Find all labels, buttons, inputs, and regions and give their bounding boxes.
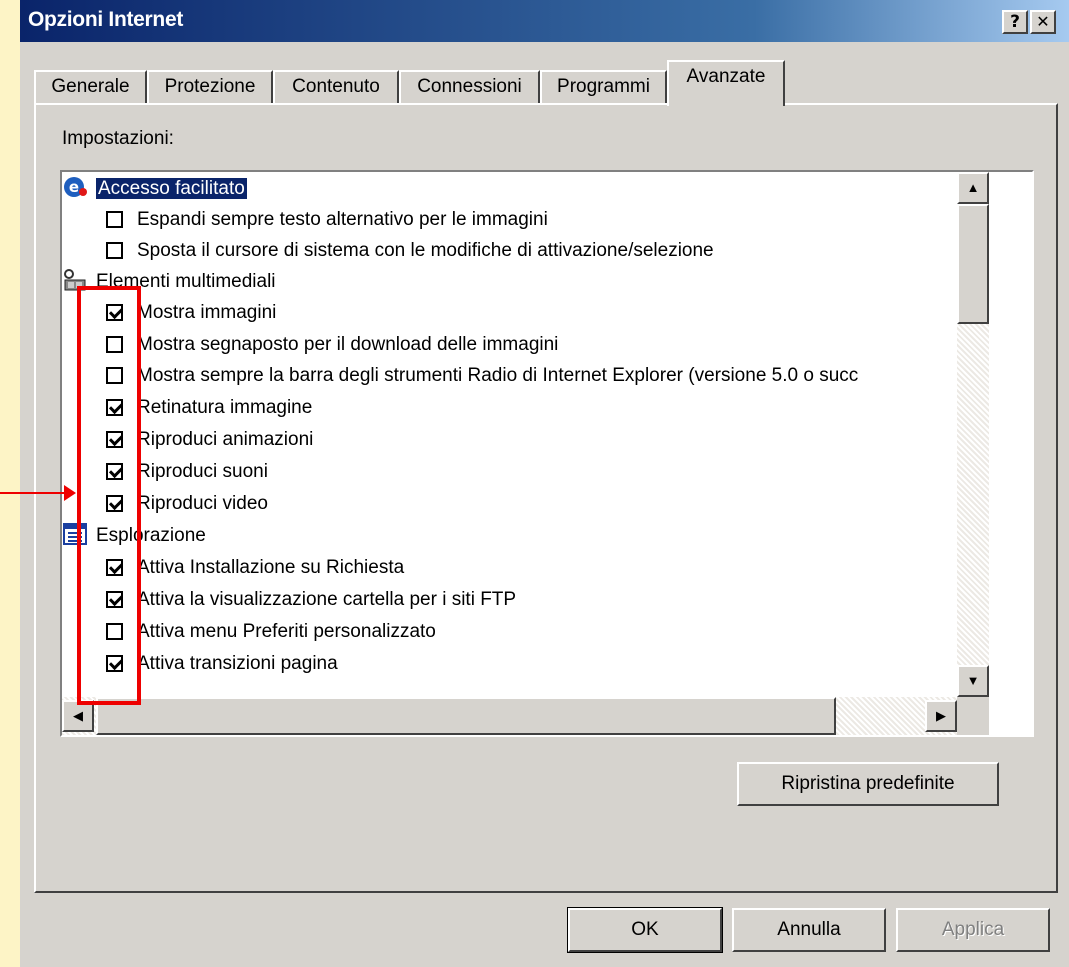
checkbox[interactable] — [106, 336, 123, 353]
group-label: Accesso facilitato — [96, 178, 247, 199]
tab-generale[interactable]: Generale — [34, 70, 147, 104]
internet-options-dialog: Opzioni Internet ? ✕ Generale Protezione… — [20, 0, 1069, 967]
tab-connessioni[interactable]: Connessioni — [399, 70, 540, 104]
option-installazione-su-richiesta[interactable]: Attiva Installazione su Richiesta — [106, 553, 404, 583]
option-mostra-immagini[interactable]: Mostra immagini — [106, 298, 276, 328]
option-label: Riproduci suoni — [137, 461, 268, 482]
scrollbar-corner — [957, 697, 989, 735]
title-bar[interactable]: Opzioni Internet ? ✕ — [20, 0, 1069, 42]
option-label: Attiva Installazione su Richiesta — [137, 557, 405, 578]
vertical-scrollbar[interactable]: ▲ ▼ — [957, 172, 989, 697]
option-riproduci-video[interactable]: Riproduci video — [106, 489, 268, 519]
option-sposta-cursore[interactable]: Sposta il cursore di sistema con le modi… — [106, 236, 714, 266]
checkbox[interactable] — [106, 655, 123, 672]
group-accesso-facilitato[interactable]: e Accesso facilitato — [62, 174, 247, 204]
option-label: Riproduci animazioni — [137, 429, 314, 450]
checkbox[interactable] — [106, 242, 123, 259]
option-riproduci-suoni[interactable]: Riproduci suoni — [106, 457, 268, 487]
accessibility-icon: e — [64, 177, 87, 197]
horizontal-scrollbar[interactable]: ◀ ▶ — [62, 697, 957, 735]
scroll-right-button[interactable]: ▶ — [925, 700, 957, 732]
checkbox[interactable] — [106, 495, 123, 512]
window-title: Opzioni Internet — [28, 8, 184, 31]
option-label: Mostra immagini — [137, 302, 277, 323]
multimedia-icon — [64, 269, 86, 291]
tab-protezione[interactable]: Protezione — [147, 70, 273, 104]
settings-rows: e Accesso facilitato Espandi sempre test… — [62, 174, 957, 697]
scroll-down-button[interactable]: ▼ — [957, 665, 989, 697]
checkbox[interactable] — [106, 211, 123, 228]
browsing-icon — [63, 523, 87, 545]
scroll-up-button[interactable]: ▲ — [957, 172, 989, 204]
scroll-left-button[interactable]: ◀ — [62, 700, 94, 732]
group-label: Esplorazione — [96, 525, 206, 546]
close-button[interactable]: ✕ — [1030, 10, 1056, 34]
help-button[interactable]: ? — [1002, 10, 1028, 34]
tab-programmi[interactable]: Programmi — [540, 70, 667, 104]
checkbox[interactable] — [106, 431, 123, 448]
option-label: Sposta il cursore di sistema con le modi… — [137, 240, 714, 261]
horizontal-scroll-thumb[interactable] — [96, 697, 836, 735]
option-riproduci-animazioni[interactable]: Riproduci animazioni — [106, 425, 313, 455]
checkbox[interactable] — [106, 367, 123, 384]
checkbox[interactable] — [106, 463, 123, 480]
option-label: Mostra sempre la barra degli strumenti R… — [137, 365, 859, 386]
ok-button[interactable]: OK — [567, 907, 723, 953]
apply-button[interactable]: Applica — [896, 908, 1050, 952]
option-label: Attiva menu Preferiti personalizzato — [137, 621, 436, 642]
settings-label: Impostazioni: — [62, 128, 174, 149]
group-esplorazione[interactable]: Esplorazione — [62, 521, 206, 551]
checkbox[interactable] — [106, 591, 123, 608]
option-segnaposto-download[interactable]: Mostra segnaposto per il download delle … — [106, 330, 558, 360]
checkbox[interactable] — [106, 304, 123, 321]
option-label: Riproduci video — [137, 493, 268, 514]
option-label: Retinatura immagine — [137, 397, 313, 418]
tab-contenuto[interactable]: Contenuto — [273, 70, 399, 104]
option-label: Attiva la visualizzazione cartella per i… — [137, 589, 517, 610]
tab-avanzate[interactable]: Avanzate — [667, 60, 785, 106]
group-elementi-multimediali[interactable]: Elementi multimediali — [62, 267, 276, 297]
option-label: Mostra segnaposto per il download delle … — [137, 334, 559, 355]
cancel-button[interactable]: Annulla — [732, 908, 886, 952]
checkbox[interactable] — [106, 623, 123, 640]
svg-text:e: e — [69, 178, 79, 196]
option-retinatura-immagine[interactable]: Retinatura immagine — [106, 393, 312, 423]
option-menu-preferiti[interactable]: Attiva menu Preferiti personalizzato — [106, 617, 436, 647]
group-label: Elementi multimediali — [96, 271, 276, 292]
option-transizioni-pagina[interactable]: Attiva transizioni pagina — [106, 649, 338, 679]
restore-defaults-button[interactable]: Ripristina predefinite — [737, 762, 999, 806]
option-label: Attiva transizioni pagina — [137, 653, 338, 674]
option-cartella-ftp[interactable]: Attiva la visualizzazione cartella per i… — [106, 585, 516, 615]
checkbox[interactable] — [106, 399, 123, 416]
pointer-arrow-icon — [64, 485, 76, 501]
checkbox[interactable] — [106, 559, 123, 576]
pointer-arrow-line — [0, 492, 68, 494]
option-barra-radio[interactable]: Mostra sempre la barra degli strumenti R… — [106, 361, 858, 391]
vertical-scroll-thumb[interactable] — [957, 204, 989, 324]
settings-list[interactable]: e Accesso facilitato Espandi sempre test… — [60, 170, 1034, 737]
option-espandi-testo-alternativo[interactable]: Espandi sempre testo alternativo per le … — [106, 205, 548, 235]
option-label: Espandi sempre testo alternativo per le … — [137, 209, 548, 230]
